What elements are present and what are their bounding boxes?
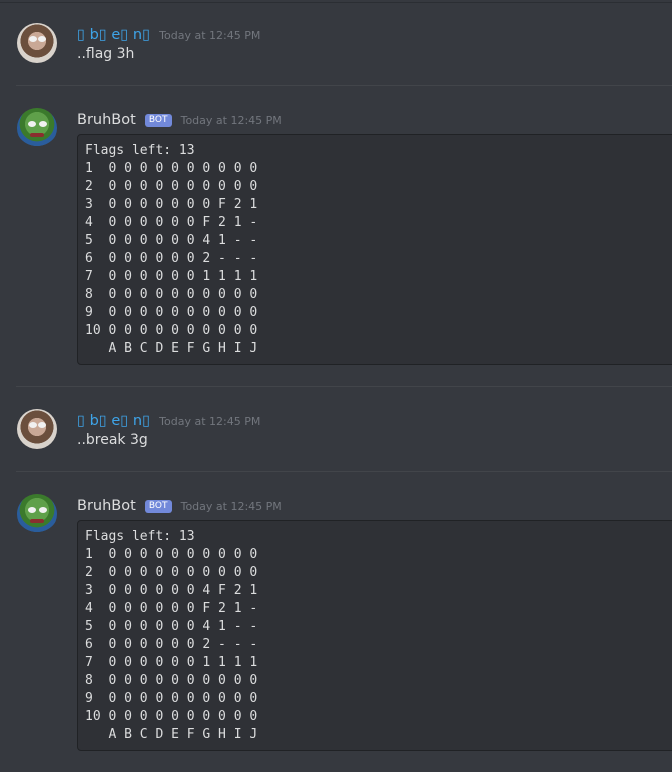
code-block: Flags left: 13 1 0 0 0 0 0 0 0 0 0 0 2 0…	[77, 134, 672, 365]
message-divider	[16, 471, 672, 472]
timestamp: Today at 12:45 PM	[159, 29, 261, 42]
minesweeper-board: Flags left: 13 1 0 0 0 0 0 0 0 0 0 0 2 0…	[85, 529, 258, 742]
bot-tag: BOT	[144, 500, 172, 513]
message-divider	[16, 386, 672, 387]
message-divider	[16, 85, 672, 86]
message-text: ..break 3g	[77, 432, 148, 448]
username[interactable]: ▯ b▯ e▯ n▯	[77, 27, 150, 43]
timestamp: Today at 12:45 PM	[159, 415, 261, 428]
minesweeper-board: Flags left: 13 1 0 0 0 0 0 0 0 0 0 0 2 0…	[85, 143, 258, 356]
message-header: BruhBot BOT Today at 12:45 PM	[77, 109, 282, 128]
timestamp: Today at 12:45 PM	[180, 500, 282, 513]
username[interactable]: BruhBot	[77, 112, 136, 128]
avatar[interactable]	[17, 108, 57, 148]
avatar[interactable]	[17, 494, 57, 534]
message-text: ..flag 3h	[77, 46, 135, 62]
username[interactable]: BruhBot	[77, 498, 136, 514]
bot-tag: BOT	[144, 114, 172, 127]
avatar[interactable]	[17, 23, 57, 63]
code-block: Flags left: 13 1 0 0 0 0 0 0 0 0 0 0 2 0…	[77, 520, 672, 751]
message-header: ▯ b▯ e▯ n▯ Today at 12:45 PM	[77, 410, 260, 429]
timestamp: Today at 12:45 PM	[180, 114, 282, 127]
top-divider	[0, 2, 672, 3]
avatar[interactable]	[17, 409, 57, 449]
message-header: ▯ b▯ e▯ n▯ Today at 12:45 PM	[77, 24, 260, 43]
username[interactable]: ▯ b▯ e▯ n▯	[77, 413, 150, 429]
message-header: BruhBot BOT Today at 12:45 PM	[77, 495, 282, 514]
